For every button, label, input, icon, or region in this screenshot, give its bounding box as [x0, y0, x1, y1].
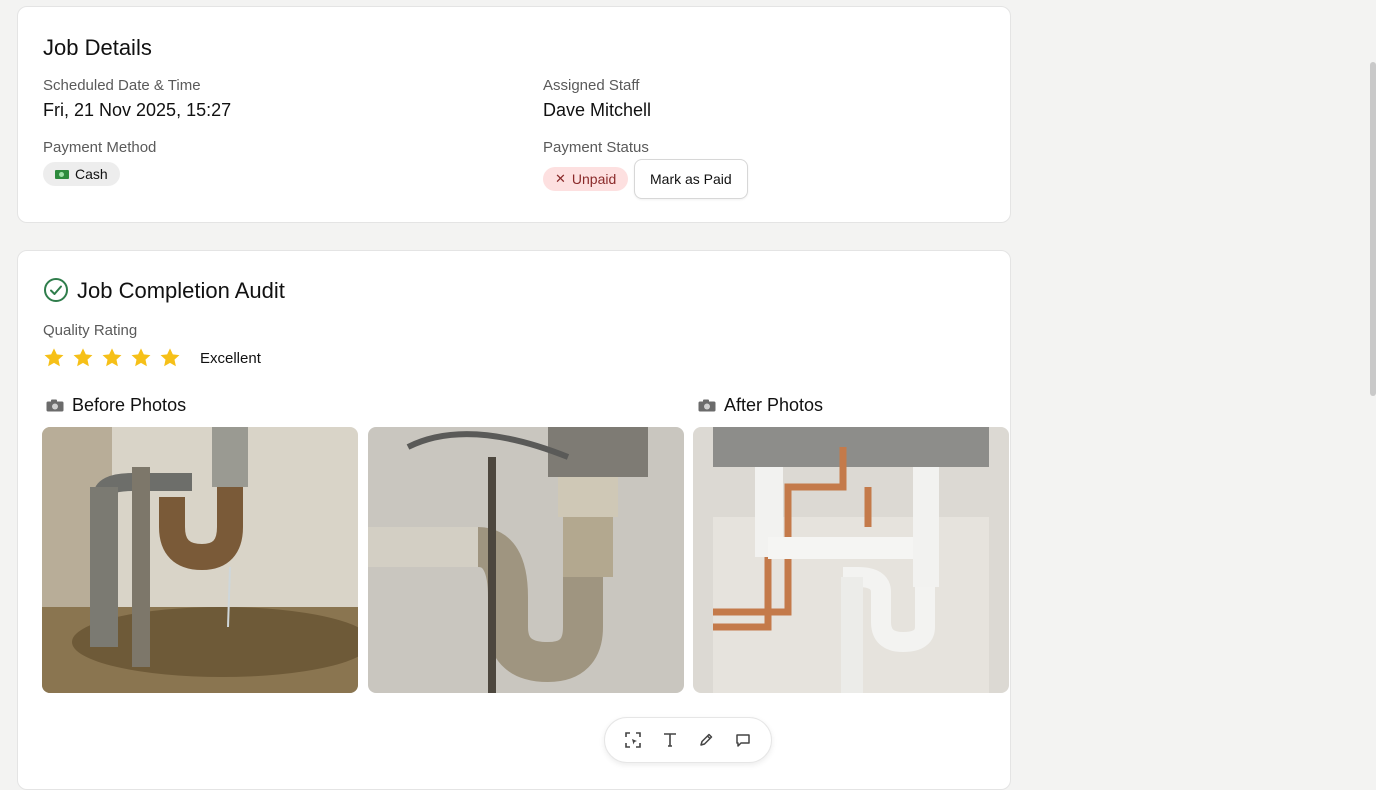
annotation-toolbar	[604, 717, 772, 763]
before-photo-2[interactable]	[368, 427, 684, 693]
text-icon[interactable]	[659, 729, 681, 751]
after-photos-heading: After Photos	[698, 395, 823, 416]
staff-label: Assigned Staff	[543, 77, 640, 94]
cash-icon	[55, 169, 69, 179]
payment-method-label: Payment Method	[43, 139, 157, 156]
before-photos-heading: Before Photos	[46, 395, 186, 416]
star-icon	[102, 348, 122, 367]
before-photos-label: Before Photos	[72, 395, 187, 415]
payment-method-badge: Cash	[43, 162, 120, 186]
job-details-card: Job Details Scheduled Date & Time Fri, 2…	[17, 6, 1011, 223]
corroded-pipe-image	[368, 427, 684, 693]
before-photo-1[interactable]	[42, 427, 358, 693]
star-icon	[44, 348, 64, 367]
new-plumbing-image	[693, 427, 1009, 693]
after-photo-1[interactable]	[693, 427, 1009, 693]
after-photos-label: After Photos	[724, 395, 824, 415]
leaking-pipe-image	[42, 427, 358, 693]
audit-title: Job Completion Audit	[77, 278, 285, 303]
payment-status-badge: ✕ Unpaid	[543, 167, 629, 191]
scheduled-label: Scheduled Date & Time	[43, 77, 201, 94]
payment-status-value: Unpaid	[571, 171, 617, 187]
quality-rating-label: Quality Rating	[43, 322, 138, 339]
scheduled-value: Fri, 21 Nov 2025, 15:27	[43, 100, 232, 120]
select-area-icon[interactable]	[622, 729, 644, 751]
comment-icon[interactable]	[732, 729, 754, 751]
job-details-title: Job Details	[43, 35, 152, 60]
close-icon: ✕	[555, 171, 566, 186]
pencil-icon[interactable]	[695, 729, 717, 751]
payment-method-value: Cash	[75, 166, 108, 182]
page-scrollbar[interactable]	[1370, 62, 1376, 396]
camera-icon	[46, 399, 64, 412]
star-icon	[131, 348, 151, 367]
staff-value: Dave Mitchell	[543, 100, 652, 120]
check-circle-icon	[44, 278, 68, 302]
mark-as-paid-button[interactable]: Mark as Paid	[634, 159, 748, 199]
rating-stars	[43, 347, 181, 369]
job-completion-audit-card: Job Completion Audit Quality Rating Exce…	[17, 250, 1011, 790]
rating-text: Excellent	[200, 350, 261, 367]
star-icon	[160, 348, 180, 367]
camera-icon	[698, 399, 716, 412]
star-icon	[73, 348, 93, 367]
payment-status-label: Payment Status	[543, 139, 649, 156]
